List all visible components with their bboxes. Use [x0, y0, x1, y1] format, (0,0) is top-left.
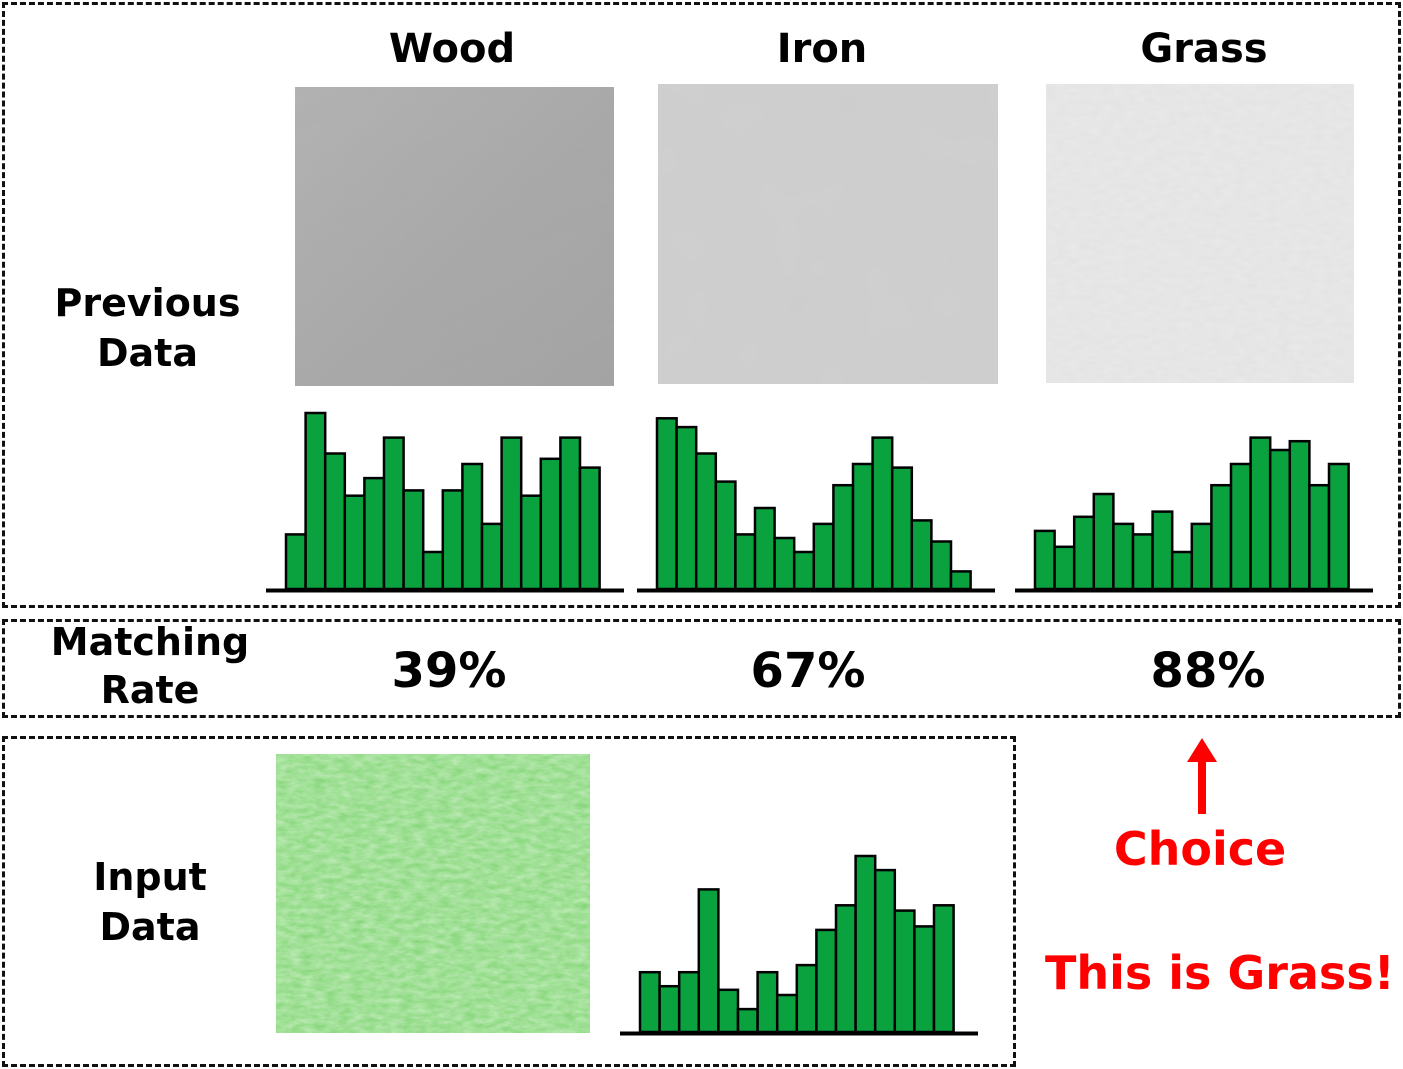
wood-histogram-bar [323, 452, 347, 591]
grass-histogram-bar [1170, 550, 1194, 591]
wood-histogram-bar [480, 522, 503, 591]
grass-histogram-bar [1072, 515, 1096, 591]
iron-histogram-bar [910, 519, 933, 591]
wood-histogram-bar [441, 489, 464, 591]
grass-histogram-bar [1053, 545, 1076, 591]
input-histogram-bar [834, 904, 857, 1034]
grass-histogram-bar [1249, 436, 1272, 591]
wood-histogram-bar [578, 466, 601, 591]
iron-histogram-bar [773, 536, 796, 591]
input-data-label: Input Data [50, 852, 250, 952]
column-title-grass: Grass [1140, 26, 1268, 72]
previous-data-label-line2: Data [97, 331, 198, 375]
matching-rate-label: Matching Rate [40, 618, 260, 714]
wood-histogram-bar [304, 411, 327, 591]
input-histogram-bar [677, 970, 701, 1034]
input-histogram-bar [658, 984, 681, 1034]
input-histogram-bar [697, 888, 720, 1034]
previous-data-label: Previous Data [40, 278, 255, 378]
iron-histogram [637, 417, 995, 593]
grass-histogram-bar [1327, 462, 1350, 591]
input-histogram-bar [932, 904, 955, 1034]
input-grass-texture-image [276, 754, 590, 1033]
grass-histogram-bar [1190, 522, 1213, 591]
input-histogram-bar [913, 925, 936, 1034]
iron-histogram-bar [753, 506, 776, 591]
iron-histogram-bar [792, 550, 816, 591]
input-histogram [620, 854, 978, 1036]
wood-texture-image [295, 87, 614, 386]
wood-histogram [266, 411, 624, 593]
input-histogram-bar [717, 988, 740, 1034]
wood-histogram-bar [284, 533, 307, 591]
grass-texture-image [1046, 84, 1354, 383]
grass-histogram-bar [1210, 483, 1233, 591]
input-histogram-bar [638, 970, 661, 1034]
grass-histogram-bar [1229, 462, 1252, 591]
wood-histogram-bar [539, 457, 562, 591]
iron-texture-image [658, 84, 998, 384]
grass-histogram-bar [1092, 492, 1115, 591]
input-histogram-bar [893, 909, 916, 1034]
iron-histogram-bar [949, 570, 972, 591]
iron-histogram-bar [871, 436, 894, 591]
input-data-label-line1: Input [93, 855, 207, 899]
choice-label: Choice [1113, 822, 1287, 876]
wood-histogram-bar [363, 476, 386, 591]
result-label: This is Grass! [1045, 946, 1395, 1000]
wood-histogram-bar [343, 494, 366, 591]
grass-histogram-bar [1268, 448, 1292, 591]
iron-histogram-bar [890, 466, 914, 591]
matching-rate-label-line2: Rate [100, 668, 200, 712]
wood-histogram-bar [421, 550, 445, 591]
iron-histogram-bar [734, 533, 757, 591]
input-histogram-bar [756, 970, 779, 1034]
choice-arrow-icon [1187, 738, 1217, 814]
wood-histogram-bar [559, 436, 582, 591]
input-data-label-line2: Data [99, 905, 201, 949]
input-histogram-bar [854, 854, 877, 1034]
iron-histogram-bar [851, 462, 874, 591]
grass-histogram-bar [1151, 510, 1174, 591]
matching-rate-wood: 39% [391, 643, 507, 699]
grass-histogram-bar [1112, 522, 1135, 591]
wood-histogram-bar [382, 436, 405, 591]
iron-histogram-bar [655, 417, 678, 591]
iron-histogram-bar [675, 425, 698, 591]
wood-histogram-bar [402, 489, 425, 591]
grass-histogram-bar [1131, 533, 1154, 591]
iron-histogram-bar [694, 452, 718, 591]
input-histogram-bar [736, 1007, 759, 1034]
grass-histogram-bar [1033, 529, 1056, 591]
wood-histogram-bar [500, 436, 523, 591]
iron-histogram-bar [714, 480, 737, 591]
grass-histogram-bar [1288, 439, 1311, 591]
iron-histogram-bar [832, 483, 855, 591]
matching-rate-iron: 67% [750, 643, 866, 699]
input-histogram-bar [815, 928, 838, 1034]
iron-histogram-bar [812, 522, 835, 591]
column-title-iron: Iron [776, 26, 868, 72]
grass-histogram-bar [1308, 483, 1331, 591]
wood-histogram-bar [461, 462, 484, 591]
input-histogram-bar [795, 963, 818, 1034]
matching-rate-label-line1: Matching [50, 620, 250, 664]
wood-histogram-bar [519, 494, 543, 591]
input-histogram-bar [873, 868, 897, 1034]
column-title-wood: Wood [388, 26, 516, 72]
grass-histogram [1015, 436, 1373, 593]
input-histogram-bar [775, 993, 799, 1034]
previous-data-label-line1: Previous [54, 281, 241, 325]
matching-rate-grass: 88% [1150, 643, 1266, 699]
iron-histogram-bar [930, 540, 953, 591]
